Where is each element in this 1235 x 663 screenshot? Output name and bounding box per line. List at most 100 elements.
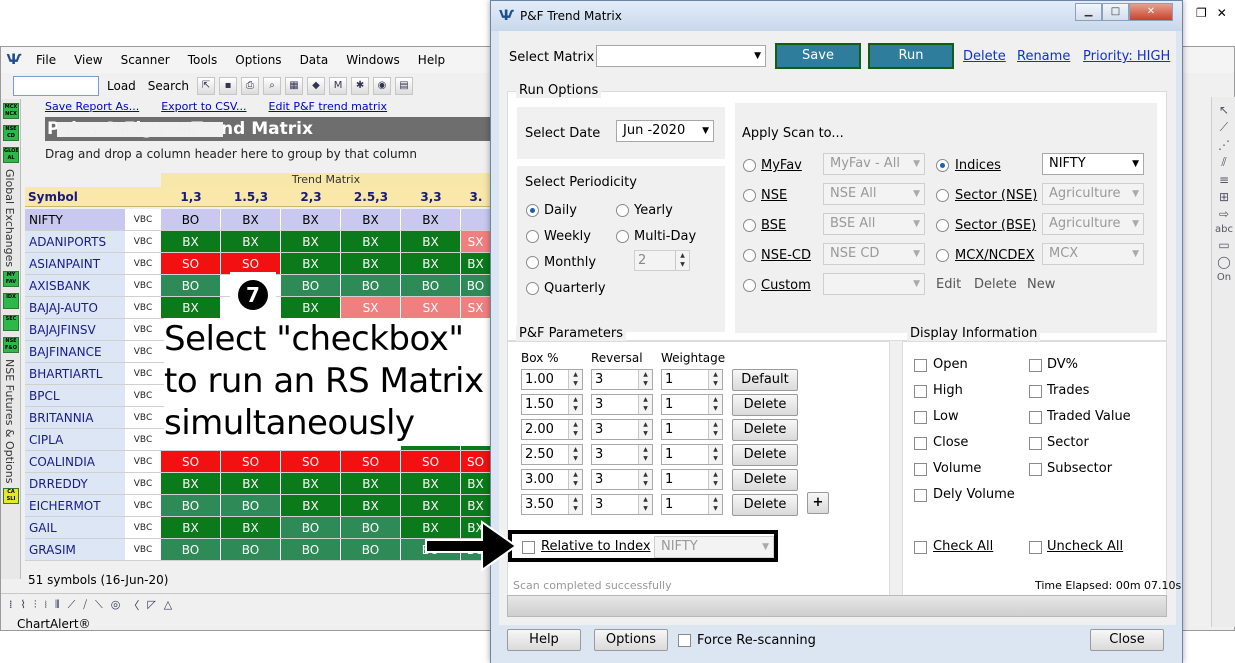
reversal-stepper[interactable]: 3 ▲ ▼ [591,469,653,490]
fan-tool-icon[interactable]: ⋰ [1218,138,1230,152]
globe-icon[interactable]: ◉ [373,77,392,95]
text-tool-icon[interactable]: abc [1215,224,1233,235]
display-option-checkbox[interactable] [914,489,927,502]
stepper-arrows-icon[interactable]: ▲ ▼ [638,395,652,414]
symbol-cell[interactable]: BHARTIARTL [25,363,125,384]
nse-dropdown[interactable]: NSE All ▼ [823,183,925,205]
display-option-checkbox[interactable] [914,385,927,398]
tool-icon[interactable]: ⟋ [68,598,76,612]
column-header[interactable]: 2,3 [281,187,341,206]
symbol-cell[interactable]: AXISBANK [25,275,125,296]
indices-dropdown[interactable]: NIFTY ▼ [1042,153,1144,175]
pointer-icon[interactable]: ⇱ [197,77,216,95]
weightage-stepper[interactable]: 1 ▲ ▼ [661,444,723,465]
display-option-checkbox[interactable] [1029,411,1042,424]
symbol-column-header[interactable]: Symbol [25,187,125,206]
symbol-cell[interactable]: CIPLA [25,429,125,450]
delete-link[interactable]: Delete [963,49,1006,64]
save-report-link[interactable]: Save Report As... [45,100,139,113]
symbol-cell[interactable]: BAJAJFINSV [25,319,125,340]
box-stepper[interactable]: 2.00 ▲ ▼ [521,419,583,440]
stepper-arrows-icon[interactable]: ▲ ▼ [568,420,582,439]
delete-row-button[interactable]: Delete [732,419,798,441]
close-button[interactable]: Close [1090,629,1164,651]
bse-radio[interactable] [743,219,756,232]
sector-nse-dropdown[interactable]: Agriculture ▼ [1042,183,1144,205]
delete-row-button[interactable]: Delete [732,494,798,516]
menu-help[interactable]: Help [409,53,454,67]
vbc-icon[interactable]: VBC [125,429,161,450]
default-button[interactable]: Default [732,369,798,391]
maximize-icon[interactable]: □ [1102,3,1129,21]
arrow-tool-icon[interactable]: ⇨ [1219,207,1229,221]
box-stepper[interactable]: 3.50 ▲ ▼ [521,494,583,515]
weightage-stepper[interactable]: 1 ▲ ▼ [661,419,723,440]
sector-bse-dropdown[interactable]: Agriculture ▼ [1042,213,1144,235]
fib-tool-icon[interactable]: ≡ [1219,173,1229,187]
display-option-checkbox[interactable] [914,359,927,372]
vbc-icon[interactable]: VBC [125,407,161,428]
reversal-stepper[interactable]: 3 ▲ ▼ [591,369,653,390]
tool-icon[interactable]: ⫴ [55,598,60,612]
tool-icon[interactable]: ⌇ [21,598,26,611]
vbc-icon[interactable]: VBC [125,275,161,296]
rename-link[interactable]: Rename [1017,49,1070,64]
stepper-arrows-icon[interactable]: ▲ ▼ [708,420,722,439]
force-rescan-checkbox[interactable] [678,634,691,647]
column-header[interactable]: 1.5,3 [221,187,281,206]
display-option-checkbox[interactable] [1029,437,1042,450]
reversal-stepper[interactable]: 3 ▲ ▼ [591,494,653,515]
select-date-dropdown[interactable]: Jun -2020 ▼ [616,120,714,142]
multiday-stepper[interactable]: 2 ▲ ▼ [634,250,690,271]
badge-myfav[interactable]: MY FAV [3,271,19,288]
stepper-arrows-icon[interactable]: ▲ ▼ [638,470,652,489]
myfav-radio[interactable] [743,159,756,172]
edit-matrix-link[interactable]: Edit P&F trend matrix [269,100,388,113]
table-icon[interactable]: ▤ [395,77,414,95]
vbc-icon[interactable]: VBC [125,209,161,230]
minimize-icon[interactable]: ▁ [1075,3,1102,21]
tool-icon[interactable]: ◸ [147,598,155,611]
stepper-arrows-icon[interactable]: ▲ ▼ [638,445,652,464]
vbc-icon[interactable]: VBC [125,363,161,384]
vbc-icon[interactable]: VBC [125,495,161,516]
channel-tool-icon[interactable]: ⫽ [1221,155,1226,170]
table-row[interactable]: NIFTY VBC BO BX BX BX BX [25,209,491,231]
quarterly-radio[interactable] [526,282,539,295]
export-csv-link[interactable]: Export to CSV... [161,100,246,113]
stepper-arrows-icon[interactable]: ▲ ▼ [708,370,722,389]
symbol-cell[interactable]: BRITANNIA [25,407,125,428]
box-stepper[interactable]: 3.00 ▲ ▼ [521,469,583,490]
mcx-dropdown[interactable]: MCX ▼ [1042,243,1144,265]
close-window-icon[interactable]: ✕ [1129,3,1173,21]
select-matrix-dropdown[interactable]: ▼ [596,45,766,67]
weightage-stepper[interactable]: 1 ▲ ▼ [661,369,723,390]
bg-restore-icon[interactable]: ❐ [1196,6,1207,20]
uncheck-all-checkbox[interactable] [1029,541,1042,554]
badge-global[interactable]: GLOB AL [3,147,19,163]
table-row[interactable]: EICHERMOT VBC BO BO BX BX BX BX [25,495,491,517]
display-option-checkbox[interactable] [914,437,927,450]
box-stepper[interactable]: 1.50 ▲ ▼ [521,394,583,415]
stepper-arrows-icon[interactable]: ▲ ▼ [638,420,652,439]
preview-icon[interactable]: ⌕ [263,77,282,95]
market-icon[interactable]: M [329,77,348,95]
add-row-button[interactable]: + [807,492,829,514]
stepper-arrows-icon[interactable]: ▲ ▼ [708,395,722,414]
symbol-cell[interactable]: ASIANPAINT [25,253,125,274]
monthly-radio[interactable] [526,256,539,269]
column-header[interactable]: 3,3 [401,187,461,206]
display-option-checkbox[interactable] [1029,359,1042,372]
tool-icon[interactable]: ◎ [111,598,121,611]
stepper-arrows-icon[interactable]: ▲ ▼ [638,495,652,514]
display-option-checkbox[interactable] [914,463,927,476]
badge-casli[interactable]: CA SLI [3,487,19,504]
priority-link[interactable]: Priority: HIGH [1083,49,1170,64]
vbc-icon[interactable]: VBC [125,231,161,252]
box-stepper[interactable]: 1.00 ▲ ▼ [521,369,583,390]
diamond-icon[interactable]: ◆ [307,77,326,95]
daily-radio[interactable] [526,204,539,217]
table-row[interactable]: COALINDIA VBC SO SO SO SO SO SO [25,451,491,473]
delete-row-button[interactable]: Delete [732,469,798,491]
mcx-radio[interactable] [936,249,949,262]
